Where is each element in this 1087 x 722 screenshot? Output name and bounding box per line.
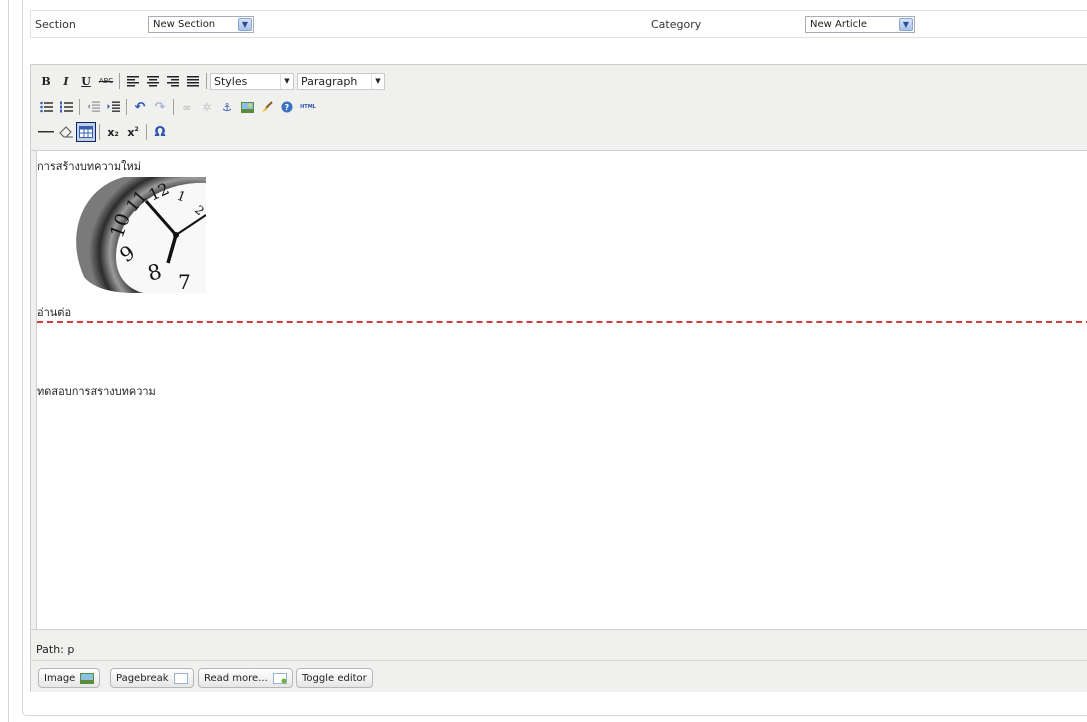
- rich-text-editor: B I U ABC Styles ▼ Paragraph ▼ ↶ ↷ ∞ ✲ ⚓…: [30, 64, 1087, 692]
- indent-button[interactable]: [103, 97, 123, 117]
- toggle-editor-button[interactable]: Toggle editor: [296, 668, 373, 688]
- svg-text:7: 7: [178, 270, 191, 293]
- undo-button[interactable]: ↶: [130, 97, 150, 117]
- toolbar-separator: [126, 99, 127, 115]
- styles-select-value: Styles: [214, 74, 248, 88]
- bullet-list-icon: [39, 101, 53, 113]
- align-justify-button[interactable]: [183, 71, 203, 91]
- styles-select[interactable]: Styles ▼: [210, 72, 294, 90]
- read-more-button[interactable]: Read more...: [198, 668, 293, 688]
- editor-statusbar: Path: p: [31, 629, 1087, 659]
- align-right-icon: [167, 75, 179, 86]
- horizontal-rule-icon: [38, 131, 54, 133]
- read-more-button-label: Read more...: [204, 672, 268, 684]
- redo-icon: ↷: [154, 99, 166, 115]
- category-select[interactable]: New Article ▼: [805, 16, 915, 33]
- align-left-icon: [127, 75, 139, 86]
- bullet-list-button[interactable]: [36, 97, 56, 117]
- superscript-label: x: [127, 125, 135, 139]
- html-source-button[interactable]: HTML: [297, 97, 319, 117]
- unlink-icon: ✲: [202, 100, 212, 114]
- chevron-down-icon[interactable]: ▼: [238, 18, 252, 31]
- toolbar-separator: [173, 99, 174, 115]
- format-select[interactable]: Paragraph ▼: [297, 72, 385, 90]
- image-button-label: Image: [44, 672, 76, 684]
- format-select-value: Paragraph: [301, 74, 358, 88]
- italic-button[interactable]: I: [56, 71, 76, 91]
- pagebreak-button[interactable]: Pagebreak: [110, 668, 194, 688]
- eraser-icon: [59, 126, 73, 138]
- cleanup-button[interactable]: [257, 97, 277, 117]
- pagebreak-icon: [173, 672, 188, 684]
- remove-format-button[interactable]: [56, 122, 76, 142]
- link-button[interactable]: ∞: [177, 97, 197, 117]
- image-icon: [80, 672, 95, 684]
- element-path: Path: p: [36, 643, 75, 656]
- readmore-text: อ่านต่อ: [37, 306, 72, 319]
- section-category-row: Section New Section ▼ Category New Artic…: [30, 10, 1087, 38]
- indent-icon: [107, 101, 120, 112]
- toggle-editor-button-label: Toggle editor: [302, 672, 367, 684]
- toolbar-row-3: x2 x2 Ω: [36, 122, 170, 142]
- undo-icon: ↶: [134, 99, 146, 115]
- align-left-button[interactable]: [123, 71, 143, 91]
- anchor-button[interactable]: ⚓: [217, 97, 237, 117]
- toolbar-row-1: B I U ABC Styles ▼ Paragraph ▼: [36, 71, 388, 91]
- outdent-button[interactable]: [83, 97, 103, 117]
- broom-icon: [261, 101, 273, 112]
- horizontal-rule-button[interactable]: [36, 122, 56, 142]
- toolbar-separator: [146, 124, 147, 140]
- subscript-label: x: [107, 125, 115, 139]
- chevron-down-icon[interactable]: ▼: [280, 73, 293, 89]
- category-label: Category: [651, 18, 702, 31]
- unlink-button[interactable]: ✲: [197, 97, 217, 117]
- underline-button[interactable]: U: [76, 71, 96, 91]
- numbered-list-button[interactable]: [56, 97, 76, 117]
- image-icon: [240, 101, 254, 113]
- readmore-icon: [272, 672, 287, 684]
- chevron-down-icon[interactable]: ▼: [371, 73, 384, 89]
- strikethrough-button[interactable]: ABC: [96, 71, 116, 91]
- help-button[interactable]: ?: [277, 97, 297, 117]
- bold-button[interactable]: B: [36, 71, 56, 91]
- section-select-value: New Section: [153, 19, 216, 30]
- clock-image: 12 1 2 11 10 9 8 7: [64, 177, 206, 293]
- numbered-list-icon: [59, 101, 73, 113]
- editor-buttons: Image Pagebreak Read more... Toggle edit…: [31, 660, 1087, 692]
- superscript-button[interactable]: x2: [123, 122, 143, 142]
- outdent-icon: [87, 101, 100, 112]
- section-label: Section: [35, 18, 76, 31]
- image-button[interactable]: Image: [38, 668, 101, 688]
- align-center-icon: [147, 75, 159, 86]
- redo-button[interactable]: ↷: [150, 97, 170, 117]
- content-body: ทดสอบการสรางบทความ: [37, 385, 156, 398]
- readmore-separator: [37, 321, 1087, 323]
- content-heading: การสร้างบทความใหม่: [37, 160, 141, 173]
- anchor-icon: ⚓: [222, 100, 232, 114]
- image-insert-button[interactable]: [237, 97, 257, 117]
- chevron-down-icon[interactable]: ▼: [899, 18, 913, 31]
- editor-toolbar: B I U ABC Styles ▼ Paragraph ▼ ↶ ↷ ∞ ✲ ⚓…: [31, 65, 1087, 151]
- category-select-value: New Article: [810, 19, 868, 30]
- align-justify-icon: [187, 75, 199, 86]
- section-select[interactable]: New Section ▼: [148, 16, 254, 33]
- toolbar-separator: [119, 73, 120, 89]
- table-button[interactable]: [76, 122, 96, 142]
- pagebreak-button-label: Pagebreak: [116, 672, 169, 684]
- svg-text:?: ?: [285, 103, 290, 112]
- left-rule: [8, 0, 9, 722]
- toolbar-row-2: ↶ ↷ ∞ ✲ ⚓ ? HTML: [36, 97, 319, 117]
- link-icon: ∞: [182, 100, 192, 114]
- toolbar-separator: [79, 99, 80, 115]
- toolbar-separator: [206, 73, 207, 89]
- help-icon: ?: [281, 101, 293, 113]
- toolbar-separator: [99, 124, 100, 140]
- align-right-button[interactable]: [163, 71, 183, 91]
- align-center-button[interactable]: [143, 71, 163, 91]
- subscript-button[interactable]: x2: [103, 122, 123, 142]
- special-char-button[interactable]: Ω: [150, 122, 170, 142]
- editor-content[interactable]: การสร้างบทความใหม่ 12 1 2 11 10 9 8 7 อ่…: [36, 151, 1087, 629]
- table-icon: [79, 126, 93, 138]
